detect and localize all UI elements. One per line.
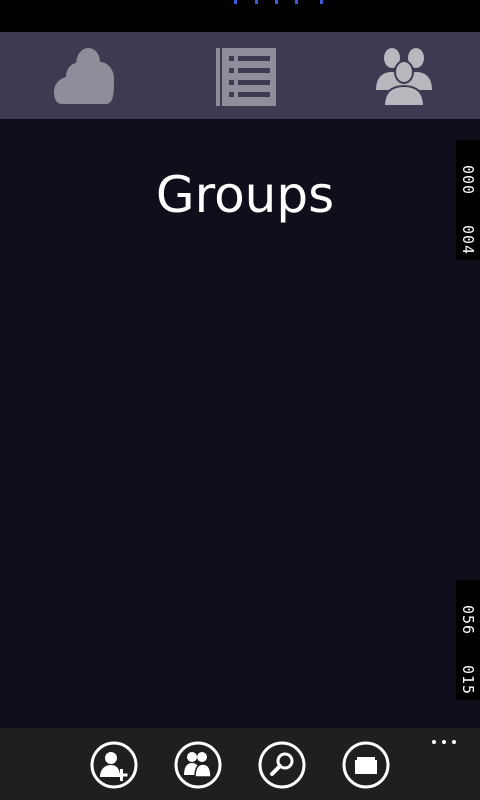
cloud-icon (54, 47, 114, 104)
search-button[interactable] (258, 741, 306, 789)
add-contact-icon (90, 741, 138, 789)
list-icon (216, 47, 276, 106)
progress-dots-icon (228, 0, 338, 6)
add-contact-button[interactable] (90, 741, 138, 789)
folder-button[interactable] (342, 741, 390, 789)
search-icon (258, 741, 306, 789)
people-icon (174, 741, 222, 789)
side-indicator-bottom: 056 015 (456, 580, 480, 700)
tab-groups[interactable] (324, 32, 480, 119)
tab-list[interactable] (166, 32, 326, 119)
indicator-value: 004 (459, 224, 477, 256)
more-button[interactable] (426, 734, 462, 750)
tab-cloud[interactable] (4, 32, 164, 119)
indicator-value: 015 (459, 664, 477, 696)
page-title: Groups (155, 166, 335, 224)
indicator-value: 056 (459, 604, 477, 636)
indicator-value: 000 (459, 164, 477, 196)
side-indicator-top: 000 004 (456, 140, 480, 260)
status-bar (0, 0, 480, 32)
people-button[interactable] (174, 741, 222, 789)
app-window: Groups 000 004 056 015 (0, 0, 480, 800)
folder-icon (342, 741, 390, 789)
pivot-header (0, 32, 480, 119)
app-bar (0, 728, 480, 800)
groups-icon (376, 47, 432, 107)
